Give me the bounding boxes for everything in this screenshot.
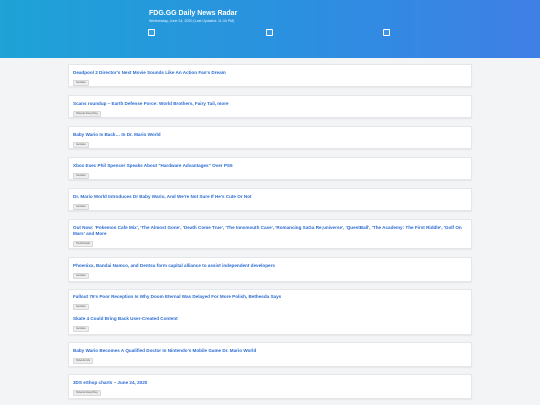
header-banner: FDG.GG Daily News Radar Wednesday, June … <box>0 0 540 58</box>
source-tag[interactable]: Gematsu <box>73 273 89 279</box>
filter-checkbox-1[interactable] <box>148 29 155 36</box>
news-card: Baby Wario Is Back… In Dr. Mario World G… <box>68 126 472 149</box>
source-tag[interactable]: Gematsu <box>73 304 89 310</box>
news-card: Scans roundup – Earth Defense Force: Wor… <box>68 95 472 118</box>
news-headline-link[interactable]: Deadpool 2 Director's Next Movie Sounds … <box>73 70 469 76</box>
news-card: Deadpool 2 Director's Next Movie Sounds … <box>68 64 472 87</box>
source-tag[interactable]: Gematsu <box>73 326 89 332</box>
news-headline-link[interactable]: Skate 4 Could Bring Back User-Created Co… <box>73 316 469 322</box>
source-tag[interactable]: Gematsu <box>73 173 89 179</box>
page-title: FDG.GG Daily News Radar <box>149 10 238 17</box>
source-tag[interactable]: Gematsu <box>73 204 89 210</box>
news-headline-link[interactable]: Baby Wario Is Back… In Dr. Mario World <box>73 132 469 138</box>
news-card: Out Now: 'Pokemon Cafe Mix', 'The Almost… <box>68 219 472 249</box>
news-headline-link[interactable]: Phoenixx, Bandai Namco, and Dentsu form … <box>73 263 469 269</box>
news-card: Xbox Exec Phil Spencer Speaks About "Har… <box>68 157 472 180</box>
source-tag[interactable]: Nintendo Everything <box>73 111 101 117</box>
source-tag[interactable]: Gematsu <box>73 142 89 148</box>
news-card: Phoenixx, Bandai Namco, and Dentsu form … <box>68 257 472 282</box>
source-tag[interactable]: TouchArcade <box>73 241 93 247</box>
news-card: Dr. Mario World Introduces Dr Baby Wario… <box>68 188 472 211</box>
news-headline-link[interactable]: Baby Wario Becomes A Qualified Doctor In… <box>73 348 469 354</box>
news-card: Fallout 76's Poor Reception Is Why Doom … <box>68 289 472 335</box>
news-card: 3DS eShop charts – June 24, 2020 Nintend… <box>68 374 472 399</box>
news-card: Baby Wario Becomes A Qualified Doctor In… <box>68 342 472 367</box>
news-headline-link[interactable]: Out Now: 'Pokemon Cafe Mix', 'The Almost… <box>73 225 469 237</box>
news-headline-link[interactable]: 3DS eShop charts – June 24, 2020 <box>73 380 469 386</box>
filter-checkbox-2[interactable] <box>266 29 273 36</box>
news-headline-link[interactable]: Xbox Exec Phil Spencer Speaks About "Har… <box>73 163 469 169</box>
source-tag[interactable]: Gematsu <box>73 80 89 86</box>
news-headline-link[interactable]: Fallout 76's Poor Reception Is Why Doom … <box>73 294 469 300</box>
last-updated-text: Wednesday, June 24, 2020 (Last Updated: … <box>149 19 235 23</box>
news-headline-link[interactable]: Dr. Mario World Introduces Dr Baby Wario… <box>73 194 469 200</box>
filter-checkbox-3[interactable] <box>383 29 390 36</box>
source-tag[interactable]: Nintendo Everything <box>73 390 101 396</box>
news-headline-link[interactable]: Scans roundup – Earth Defense Force: Wor… <box>73 101 469 107</box>
source-tag[interactable]: Nintendo Life <box>73 358 94 364</box>
